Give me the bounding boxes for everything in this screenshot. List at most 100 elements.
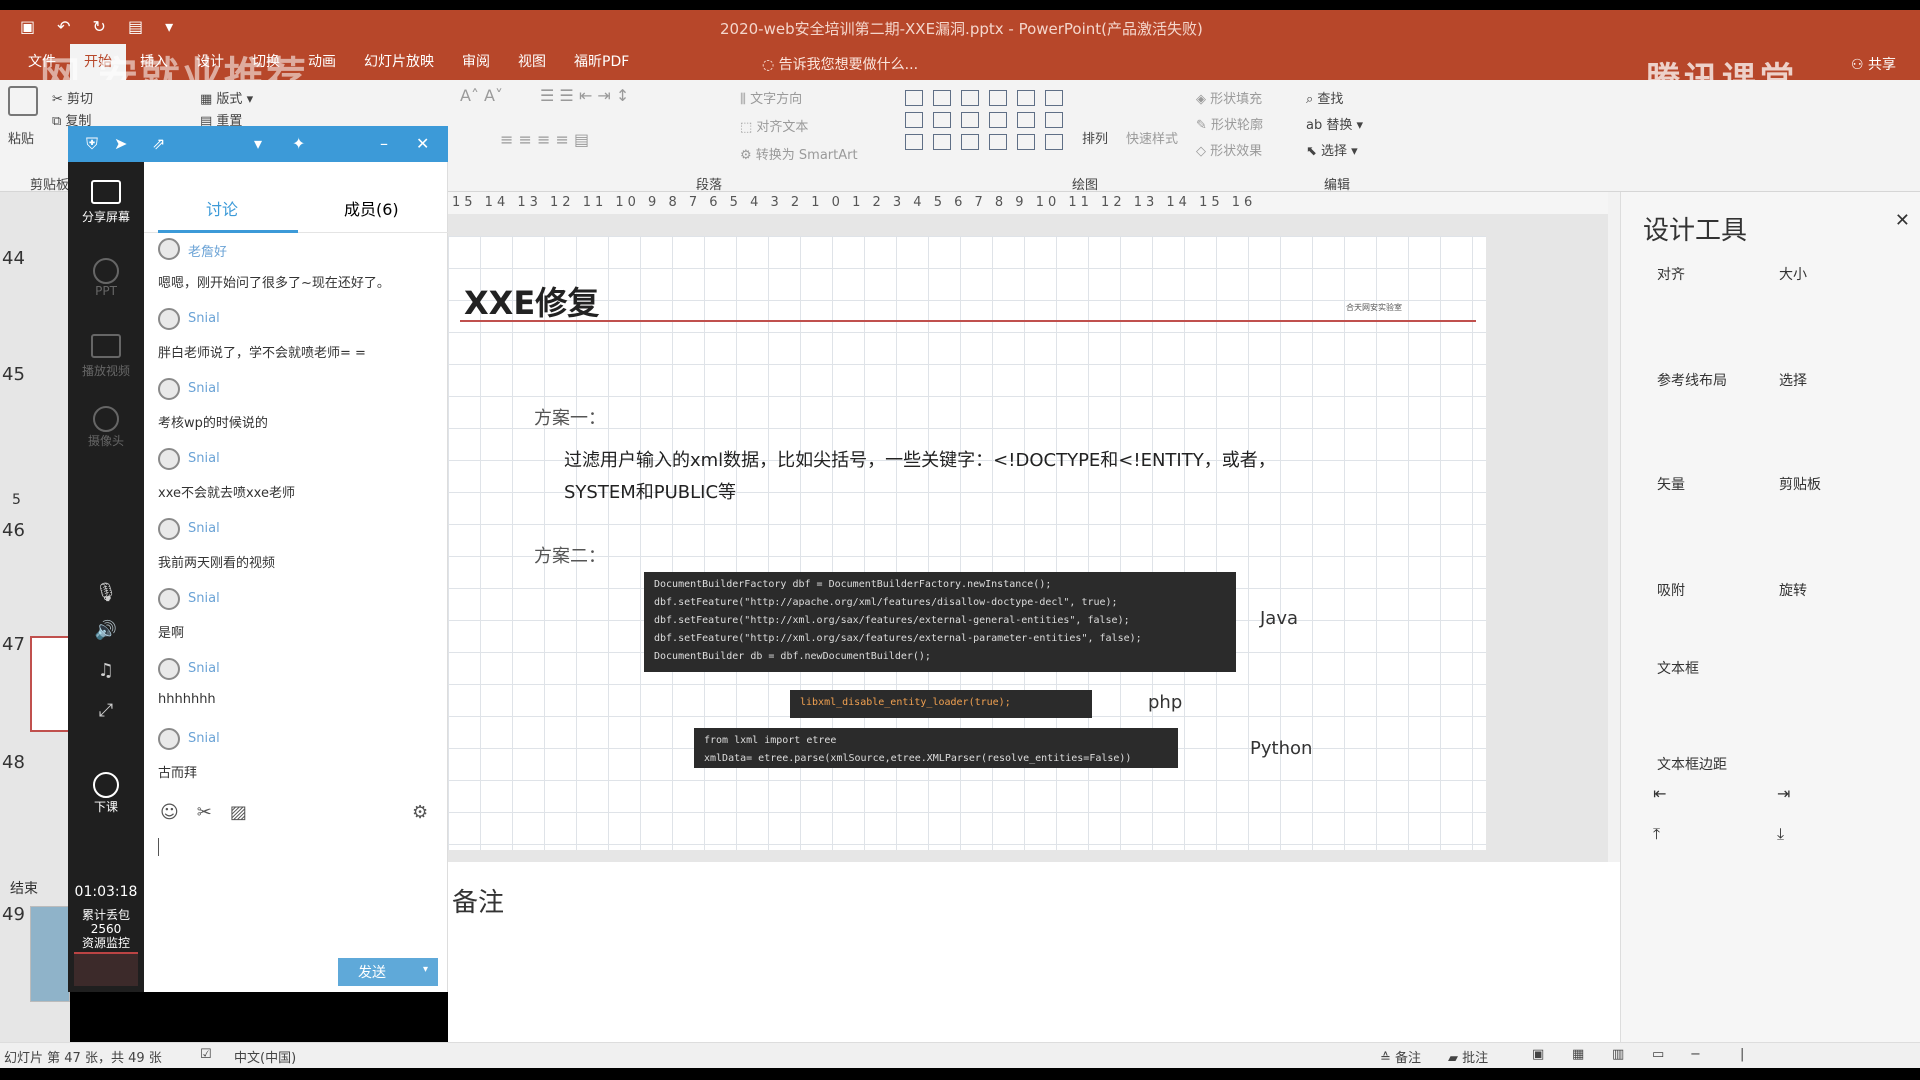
paste-button[interactable]: 粘贴 (8, 128, 34, 147)
scissors-icon[interactable]: ✂ (197, 802, 212, 823)
emoji-icon[interactable]: ☺ (160, 802, 179, 823)
shape-effects-button[interactable]: ◇ 形状效果 (1196, 140, 1262, 159)
shape-fill-button[interactable]: ◈ 形状填充 (1196, 88, 1262, 107)
shape-icon[interactable] (933, 134, 951, 150)
python-label[interactable]: Python (1250, 738, 1312, 759)
tab-discussion[interactable]: 讨论 (206, 196, 238, 220)
shield-icon[interactable]: ⛨ (86, 134, 98, 154)
image-icon[interactable]: ▨ (230, 802, 247, 823)
plan-one-label[interactable]: 方案一： (534, 404, 606, 430)
gear-icon[interactable]: ⚙ (412, 802, 428, 823)
php-code-image[interactable]: libxml_disable_entity_loader(true); (790, 690, 1092, 718)
vertical-scrollbar[interactable] (1608, 192, 1620, 862)
close-icon[interactable]: ✕ (416, 134, 429, 153)
tab-slideshow[interactable]: 幻灯片放映 (350, 44, 448, 80)
plan-one-text-line2[interactable]: SYSTEM和PUBLIC等 (564, 478, 736, 504)
vector-section[interactable]: 矢量 (1657, 474, 1685, 494)
tab-members[interactable]: 成员(6) (344, 196, 399, 220)
quick-styles-button[interactable]: 快速样式 (1126, 128, 1178, 147)
message-user[interactable]: Snial (188, 731, 220, 746)
ppt-button[interactable]: PPT (68, 258, 144, 298)
shape-icon[interactable] (961, 112, 979, 128)
microphone-icon[interactable]: 🎙 (68, 582, 144, 603)
textbox-section[interactable]: 文本框 (1657, 658, 1699, 678)
tell-me-search[interactable]: ◌ 告诉我您想要做什么... (762, 54, 918, 74)
shape-icon[interactable] (1045, 90, 1063, 106)
speaker-icon[interactable]: 🔊 (68, 620, 144, 641)
spellcheck-icon[interactable]: ☑ (200, 1047, 212, 1062)
slide-canvas[interactable]: XXE修复 合天网安实验室 方案一： 过滤用户输入的xml数据，比如尖括号，一些… (448, 236, 1486, 850)
smartart-button[interactable]: ⚙ 转换为 SmartArt (740, 144, 858, 163)
send-button[interactable]: 发送 ▾ (338, 958, 438, 986)
shape-icon[interactable] (1045, 134, 1063, 150)
slideshow-view-icon[interactable]: ▭ (1652, 1047, 1664, 1062)
textbox-margin-section[interactable]: 文本框边距 (1657, 754, 1727, 774)
fullscreen-icon[interactable]: ⤢ (68, 700, 144, 721)
align-icons[interactable]: ≡ ≡ ≡ ≡ ▤ (500, 130, 589, 149)
paste-icon[interactable] (8, 86, 38, 116)
indent-right-icon[interactable]: ⇥ (1777, 784, 1790, 803)
shape-icon[interactable] (905, 90, 923, 106)
share-screen-button[interactable]: 分享屏幕 (68, 180, 144, 225)
shape-icon[interactable] (1017, 90, 1035, 106)
message-user[interactable]: Snial (188, 381, 220, 396)
normal-view-icon[interactable]: ▣ (1532, 1047, 1544, 1062)
message-user[interactable]: Snial (188, 591, 220, 606)
share-button[interactable]: ⚇ 共享 (1851, 54, 1896, 74)
shape-icon[interactable] (989, 134, 1007, 150)
shape-icon[interactable] (989, 112, 1007, 128)
message-user[interactable]: Snial (188, 661, 220, 676)
shape-icon[interactable] (1017, 112, 1035, 128)
camera-button[interactable]: 摄像头 (68, 406, 144, 449)
slide-title[interactable]: XXE修复 (464, 278, 599, 324)
shape-icon[interactable] (961, 134, 979, 150)
comments-toggle[interactable]: ▰ 批注 (1448, 1047, 1488, 1066)
undo-icon[interactable]: ↶ (57, 17, 70, 36)
play-video-button[interactable]: 播放视频 (68, 334, 144, 379)
select-button[interactable]: ⬉ 选择 ▾ (1306, 140, 1358, 159)
align-section[interactable]: 对齐 (1657, 264, 1685, 284)
shape-outline-button[interactable]: ✎ 形状轮廓 (1196, 114, 1263, 133)
redo-icon[interactable]: ↻ (93, 17, 106, 36)
java-code-image[interactable]: DocumentBuilderFactory dbf = DocumentBui… (644, 572, 1236, 672)
forward-icon[interactable]: ➤ (114, 134, 127, 153)
php-label[interactable]: php (1148, 692, 1182, 713)
music-icon[interactable]: ♫ (68, 660, 144, 681)
shape-icon[interactable] (905, 112, 923, 128)
minimize-icon[interactable]: – (380, 134, 388, 153)
chat-input[interactable] (158, 838, 159, 856)
java-label[interactable]: Java (1260, 608, 1298, 629)
align-text-button[interactable]: ⬚ 对齐文本 (740, 116, 808, 135)
customize-icon[interactable]: ▾ (165, 17, 173, 36)
share-out-icon[interactable]: ⇗ (152, 134, 165, 153)
tab-review[interactable]: 审阅 (448, 44, 504, 80)
shape-icon[interactable] (1017, 134, 1035, 150)
bullets-icon[interactable]: ☰ ☰ ⇤ ⇥ ↕ (540, 86, 629, 105)
shape-icon[interactable] (961, 90, 979, 106)
chevron-down-icon[interactable]: ▾ (423, 964, 428, 975)
save-icon[interactable]: ▣ (20, 17, 35, 36)
zoom-slider[interactable]: | (1740, 1047, 1744, 1062)
replace-button[interactable]: ab 替换 ▾ (1306, 114, 1363, 133)
zoom-out-icon[interactable]: − (1690, 1047, 1701, 1062)
shape-icon[interactable] (905, 134, 923, 150)
message-user[interactable]: Snial (188, 521, 220, 536)
pin-icon[interactable]: ✦ (292, 134, 305, 153)
slide-thumbnail[interactable] (30, 906, 70, 1002)
reading-view-icon[interactable]: ▥ (1612, 1047, 1624, 1062)
snap-section[interactable]: 吸附 (1657, 580, 1685, 600)
text-direction-button[interactable]: ⫼ 文字方向 (740, 88, 802, 107)
message-user[interactable]: Snial (188, 311, 220, 326)
indent-left-icon[interactable]: ⇤ (1653, 784, 1666, 803)
cut-button[interactable]: ✂ 剪切 (52, 88, 93, 107)
slide-thumbnail-selected[interactable] (30, 636, 70, 732)
shape-icon[interactable] (1045, 112, 1063, 128)
plan-one-text-line1[interactable]: 过滤用户输入的xml数据，比如尖括号，一些关键字：<!DOCTYPE和<!ENT… (564, 446, 1276, 472)
plan-two-label[interactable]: 方案二： (534, 542, 606, 568)
shape-icon[interactable] (933, 112, 951, 128)
python-code-image[interactable]: from lxml import etree xmlData= etree.pa… (694, 728, 1178, 768)
shapes-gallery[interactable] (905, 90, 1063, 150)
shape-icon[interactable] (933, 90, 951, 106)
language-indicator[interactable]: 中文(中国) (234, 1047, 296, 1066)
notes-pane[interactable]: 备注 (448, 862, 1620, 1042)
